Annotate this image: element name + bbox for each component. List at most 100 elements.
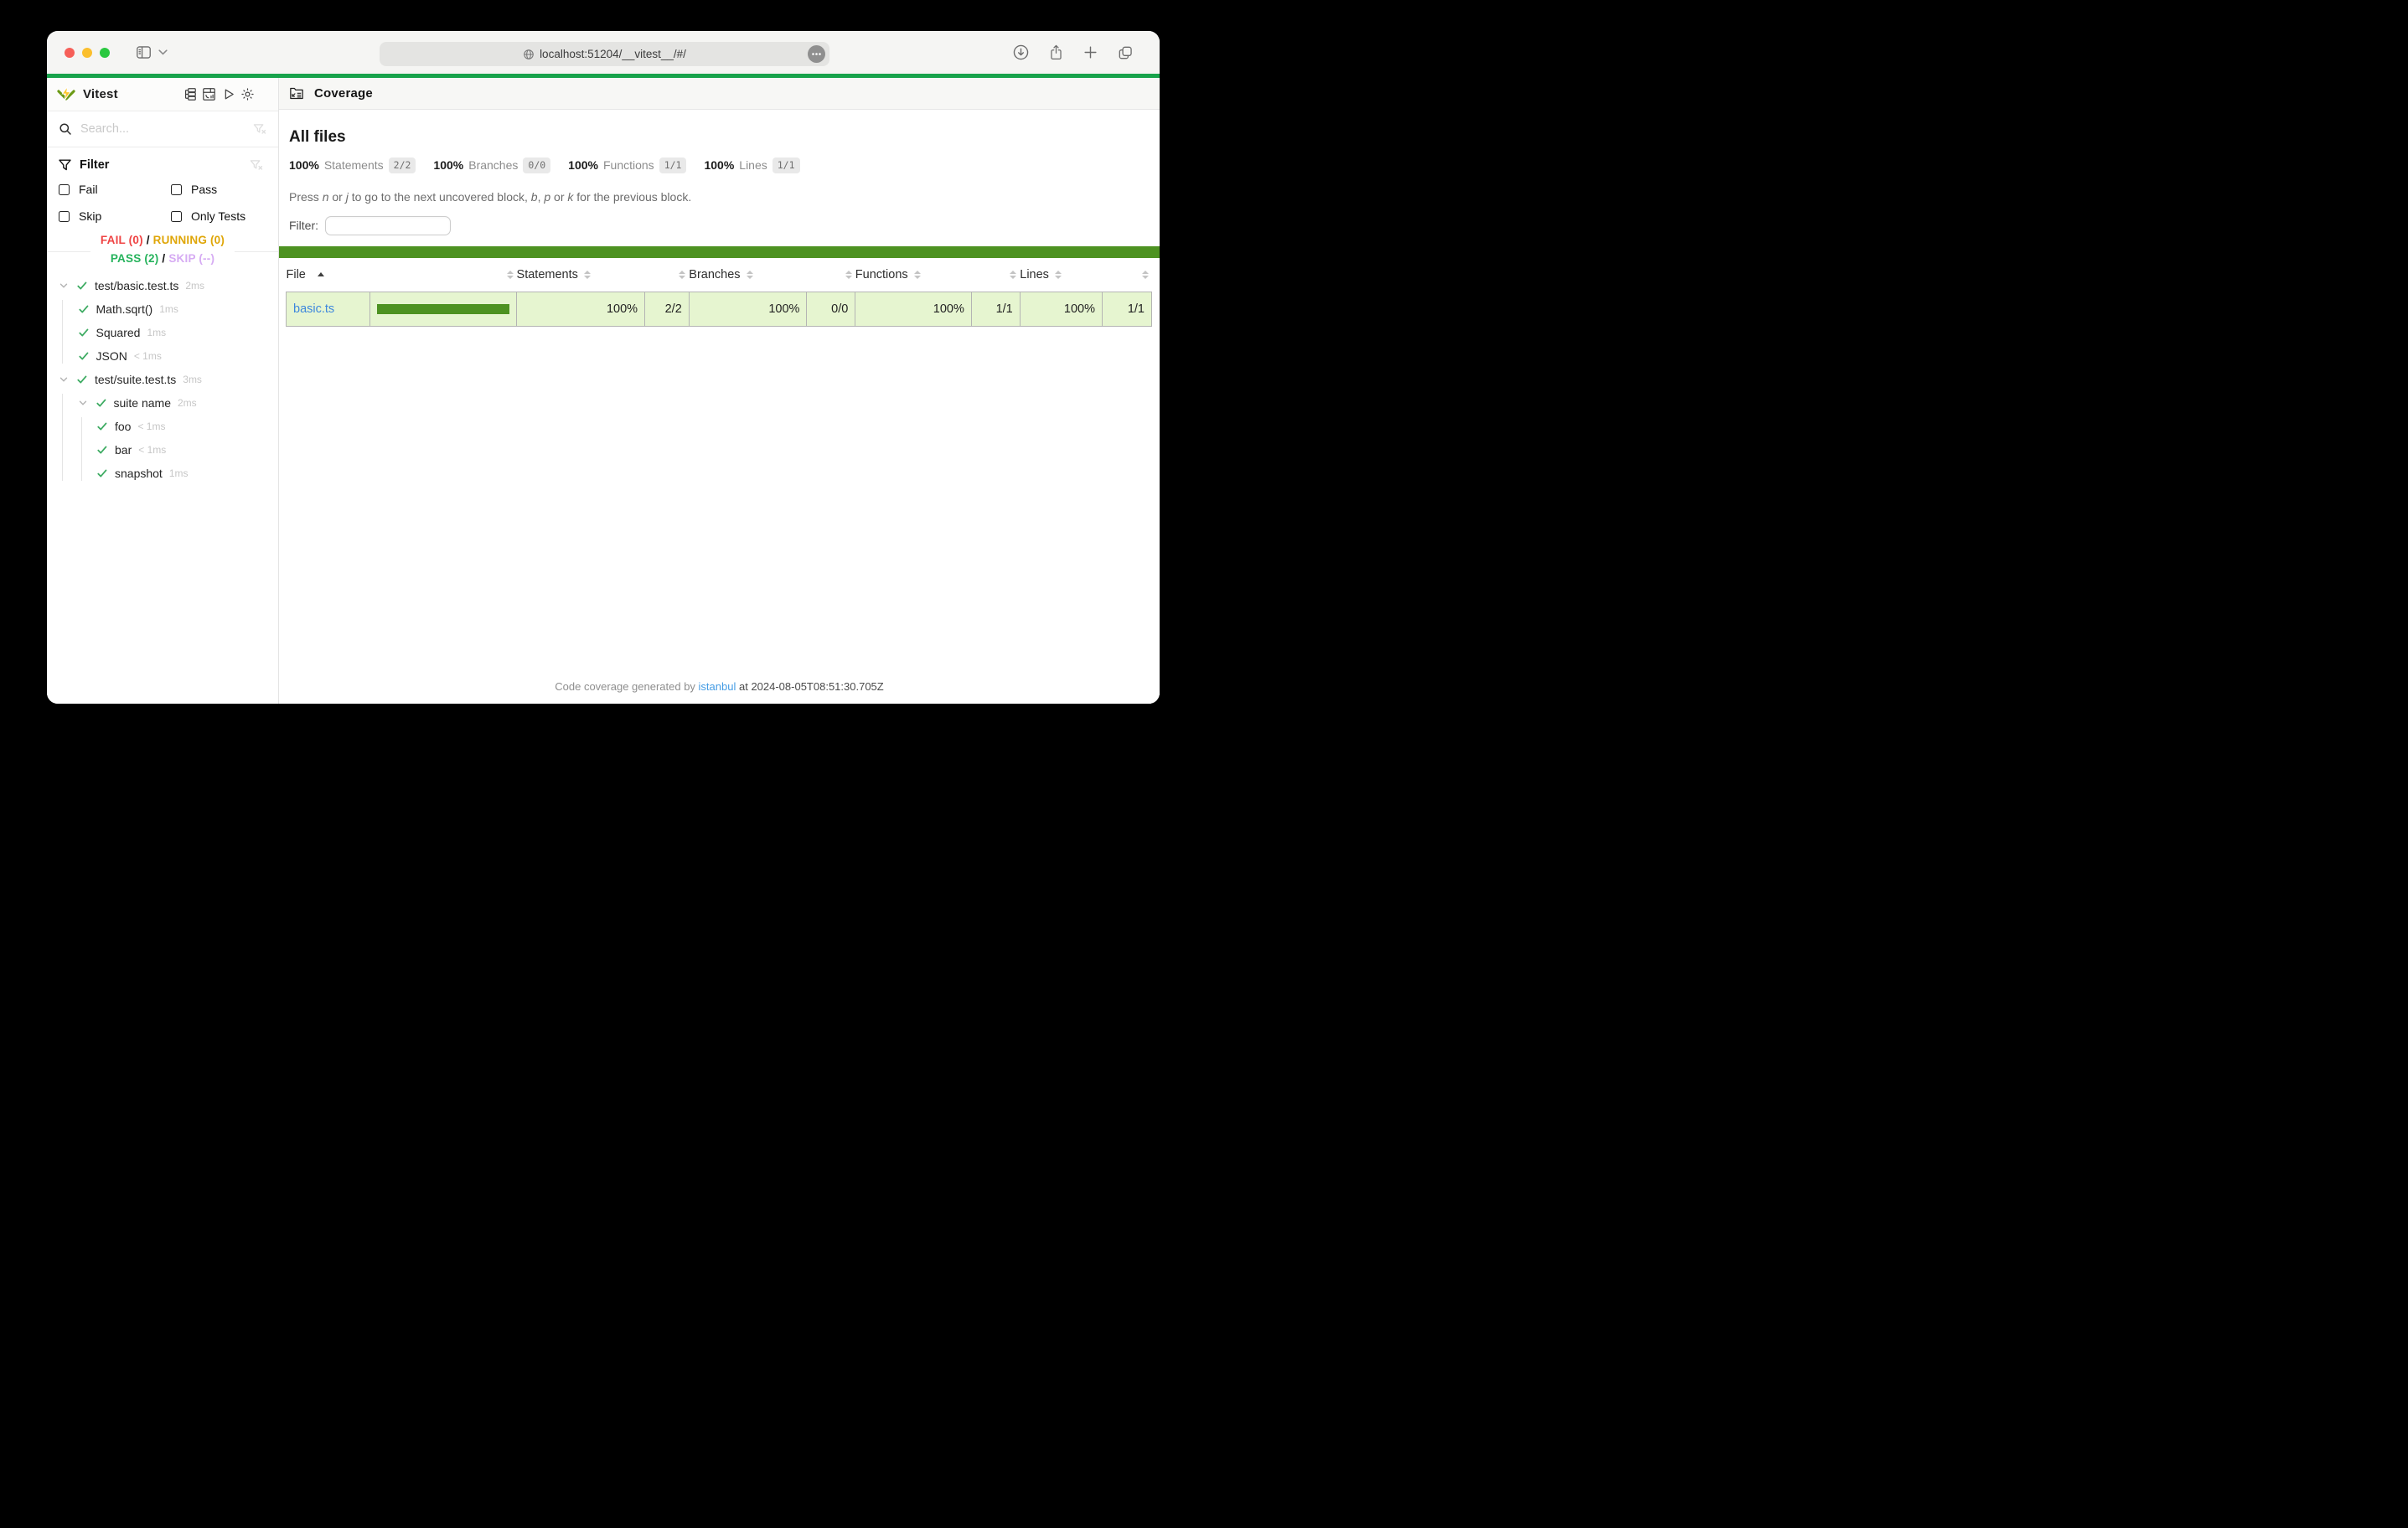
sidebar: Vitest — [47, 78, 279, 704]
tree-item-duration: 1ms — [147, 327, 166, 338]
chevron-down-icon[interactable] — [59, 374, 76, 385]
istanbul-link[interactable]: istanbul — [699, 680, 736, 693]
sort-toggle-icon[interactable] — [679, 271, 685, 280]
filter-checkbox-pass[interactable]: Pass — [171, 183, 266, 196]
tree-item-label: snapshot — [115, 467, 163, 480]
column-header-sorter[interactable] — [645, 258, 690, 292]
url-text: localhost:51204/__vitest__/#/ — [540, 48, 686, 60]
filter-checkbox-skip[interactable]: Skip — [59, 209, 171, 223]
share-button[interactable] — [1048, 44, 1064, 61]
new-tab-button[interactable] — [1083, 44, 1098, 60]
tree-guide-line — [81, 417, 82, 481]
sort-toggle-icon[interactable] — [914, 271, 921, 280]
search-icon — [59, 122, 72, 136]
dashboard-icon[interactable] — [202, 87, 216, 101]
clear-filter-icon[interactable] — [250, 159, 263, 172]
sort-toggle-icon[interactable] — [747, 271, 753, 280]
close-window-button[interactable] — [65, 48, 75, 58]
coverage-table-header-row: File Statements Branches Functions Lines — [287, 258, 1152, 292]
funnel-icon — [59, 159, 71, 171]
tree-item-duration: < 1ms — [137, 421, 165, 432]
url-more-button[interactable] — [808, 45, 825, 63]
tree-item-duration: 3ms — [183, 374, 202, 385]
tree-item-label: Squared — [96, 326, 141, 339]
column-header-sorter[interactable] — [807, 258, 855, 292]
coverage-stats: 100%Statements2/2100%Branches0/0100%Func… — [289, 157, 1160, 173]
column-header-file[interactable]: File — [287, 258, 370, 292]
sort-toggle-icon[interactable] — [1010, 271, 1016, 280]
stat-functions: 100%Functions1/1 — [568, 157, 686, 173]
tree-item-math-sqrt[interactable]: Math.sqrt()1ms — [47, 297, 278, 321]
tree-item-test-basic-test-ts[interactable]: test/basic.test.ts2ms — [47, 274, 278, 297]
coverage-filter-input[interactable] — [325, 216, 451, 235]
tree-item-label: bar — [115, 443, 132, 457]
status-segment: RUNNING (0) — [153, 234, 225, 246]
minimize-window-button[interactable] — [82, 48, 92, 58]
file-link[interactable]: basic.ts — [293, 302, 334, 316]
column-header-sorter[interactable] — [971, 258, 1020, 292]
status-segment: / — [143, 234, 153, 246]
downloads-button[interactable] — [1012, 44, 1030, 61]
column-header-sorter[interactable] — [1102, 258, 1151, 292]
checkbox-icon[interactable] — [171, 211, 182, 222]
sort-toggle-icon[interactable] — [845, 271, 852, 280]
checkbox-label: Pass — [191, 183, 217, 196]
column-header-sorter[interactable] — [370, 258, 517, 292]
sidebar-toggle-icon[interactable] — [136, 45, 152, 59]
status-segment: SKIP (--) — [168, 252, 214, 265]
checkbox-icon[interactable] — [171, 184, 182, 195]
column-header-functions[interactable]: Functions — [855, 258, 972, 292]
coverage-heading: All files — [289, 128, 1160, 147]
stat-fraction-badge: 0/0 — [523, 157, 550, 173]
address-bar[interactable]: localhost:51204/__vitest__/#/ — [380, 42, 829, 66]
filter-checkbox-fail[interactable]: Fail — [59, 183, 171, 196]
zoom-window-button[interactable] — [100, 48, 110, 58]
search-input[interactable] — [80, 122, 245, 136]
tree-item-duration: 1ms — [159, 303, 178, 315]
sort-toggle-icon[interactable] — [1055, 271, 1062, 280]
run-status-summary: FAIL (0) / RUNNING (0) PASS (2) / SKIP (… — [90, 231, 235, 267]
column-header-lines[interactable]: Lines — [1020, 258, 1102, 292]
checkbox-label: Only Tests — [191, 209, 245, 223]
sort-toggle-icon[interactable] — [584, 271, 591, 280]
tree-item-squared[interactable]: Squared 1ms — [47, 321, 278, 344]
column-header-statements[interactable]: Statements — [517, 258, 645, 292]
pass-check-icon — [76, 280, 88, 292]
coverage-panel-header: Coverage — [279, 78, 1160, 110]
checkbox-icon[interactable] — [59, 211, 70, 222]
tree-item-label: suite name — [114, 396, 171, 410]
sort-toggle-icon[interactable] — [507, 271, 514, 280]
filter-section: Filter Fail Pass Skip Only Tests — [47, 147, 278, 228]
stat-percent: 100% — [704, 158, 734, 172]
coverage-report: All files 100%Statements2/2100%Branches0… — [279, 110, 1160, 704]
tree-item-suite-name[interactable]: suite name2ms — [47, 391, 278, 415]
report-footer: Code coverage generated by istanbul at 2… — [279, 680, 1160, 693]
checkbox-icon[interactable] — [59, 184, 70, 195]
footer-timestamp: 2024-08-05T08:51:30.705Z — [751, 680, 883, 693]
status-line-fail-running: FAIL (0) / RUNNING (0) — [101, 231, 225, 250]
sort-toggle-icon[interactable] — [1142, 271, 1149, 280]
hint-text: for the previous block. — [573, 190, 691, 204]
tree-item-label: test/suite.test.ts — [95, 373, 176, 386]
tree-guide-line — [62, 300, 63, 364]
filter-checkbox-only-tests[interactable]: Only Tests — [171, 209, 266, 223]
chevron-down-icon[interactable] — [78, 398, 96, 408]
filter-title: Filter — [80, 158, 109, 172]
coverage-bar-fill — [377, 304, 509, 314]
theme-toggle-sun-icon[interactable] — [240, 87, 255, 101]
tree-item-test-suite-test-ts[interactable]: test/suite.test.ts 3ms — [47, 368, 278, 391]
hint-text: or — [328, 190, 345, 204]
tree-item-json[interactable]: JSON< 1ms — [47, 344, 278, 368]
tree-item-duration: 1ms — [169, 467, 189, 479]
status-segment: FAIL (0) — [101, 234, 143, 246]
column-label: Branches — [689, 268, 740, 281]
clear-search-filter-icon[interactable] — [253, 123, 266, 136]
tab-overview-button[interactable] — [1117, 44, 1134, 61]
chevron-down-icon[interactable] — [59, 281, 76, 291]
screenshot-root: localhost:51204/__vitest__/#/ — [0, 0, 1204, 764]
sidebar-chevron-icon[interactable] — [158, 49, 168, 55]
collapse-tests-icon[interactable] — [183, 87, 197, 101]
column-header-branches[interactable]: Branches — [689, 258, 807, 292]
run-all-icon[interactable] — [221, 87, 235, 101]
stat-label: Functions — [603, 158, 654, 172]
